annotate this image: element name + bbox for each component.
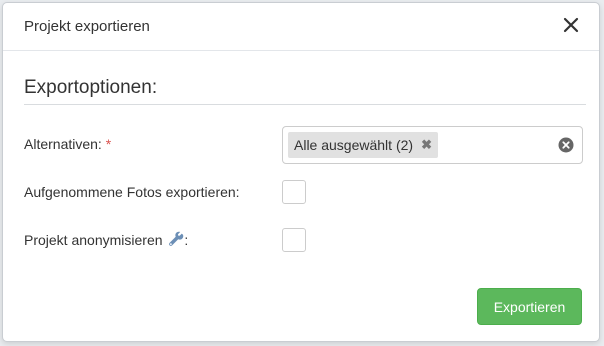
anonymize-label: Projekt anonymisieren :	[24, 231, 188, 248]
required-marker: *	[105, 136, 112, 152]
alternatives-label: Alternativen: *	[24, 136, 111, 152]
alternatives-select[interactable]: Alle ausgewählt (2) ✖	[282, 126, 583, 164]
anonymize-label-suffix: :	[184, 232, 189, 248]
alternatives-label-text: Alternativen:	[24, 136, 102, 152]
export-dialog: Projekt exportieren Exportoptionen: Alte…	[2, 2, 600, 342]
section-title: Exportoptionen:	[24, 77, 158, 98]
dialog-header: Projekt exportieren	[3, 3, 599, 51]
export-button[interactable]: Exportieren	[477, 288, 582, 325]
dialog-title: Projekt exportieren	[24, 18, 150, 35]
anonymize-label-text: Projekt anonymisieren	[24, 232, 163, 248]
anonymize-checkbox[interactable]	[282, 228, 306, 252]
export-photos-checkbox[interactable]	[282, 180, 306, 204]
close-icon[interactable]	[559, 13, 583, 37]
selected-chip-label: Alle ausgewählt (2)	[294, 137, 414, 153]
clear-circle-icon[interactable]	[558, 137, 574, 153]
export-photos-label: Aufgenommene Fotos exportieren:	[24, 184, 240, 200]
wrench-icon	[169, 231, 184, 246]
chip-remove-icon[interactable]: ✖	[421, 137, 432, 153]
selected-chip: Alle ausgewählt (2) ✖	[288, 132, 438, 158]
section-divider	[24, 104, 586, 105]
